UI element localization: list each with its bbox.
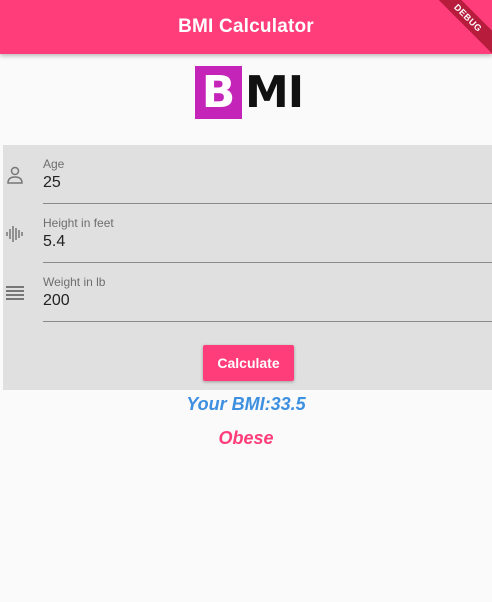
age-field[interactable]: Age (3, 145, 492, 204)
weight-lines-icon (5, 283, 25, 303)
app-bar: BMI Calculator DEBUG (0, 0, 492, 54)
height-waveform-icon (5, 224, 25, 244)
person-icon (5, 165, 25, 185)
debug-banner: DEBUG (426, 0, 492, 54)
age-label: Age (43, 157, 65, 171)
height-input[interactable] (43, 233, 443, 251)
bmi-logo: B MI (195, 66, 304, 119)
weight-field[interactable]: Weight in lb (3, 263, 492, 322)
height-field[interactable]: Height in feet (3, 204, 492, 263)
age-input[interactable] (43, 174, 443, 192)
input-form: Age Height in feet W (3, 145, 492, 390)
logo-letters-mi: MI (245, 67, 304, 118)
weight-label: Weight in lb (43, 275, 106, 289)
bmi-status: Obese (218, 428, 274, 448)
calculate-button[interactable]: Calculate (203, 345, 294, 381)
logo-letter-b: B (195, 66, 242, 119)
app-title: BMI Calculator (178, 16, 314, 37)
weight-input[interactable] (43, 292, 443, 310)
height-label: Height in feet (43, 216, 114, 230)
weight-underline (43, 321, 492, 322)
bmi-result: Your BMI:33.5 (186, 394, 306, 414)
